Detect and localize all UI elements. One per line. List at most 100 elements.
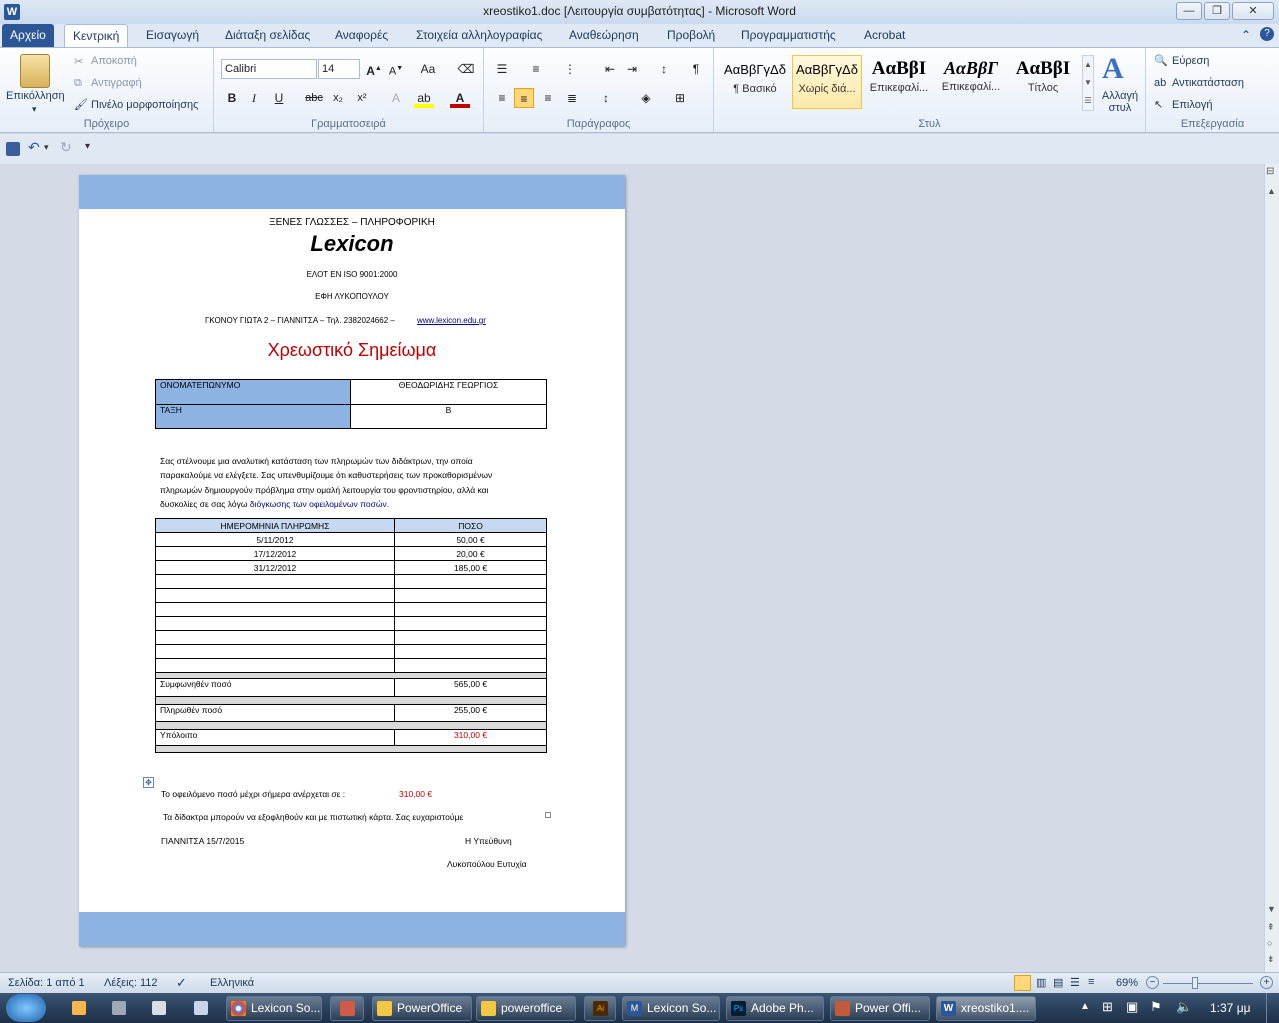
style-no-spacing[interactable]: ΑαΒβΓγΔδ Χωρίς διά... xyxy=(792,55,862,109)
italic-icon[interactable]: I xyxy=(244,88,264,108)
close-button[interactable]: ✕ xyxy=(1232,2,1274,20)
borders-icon[interactable]: ⊞ xyxy=(670,88,690,108)
style-heading2[interactable]: ΑαΒβΓ Επικεφαλί... xyxy=(936,55,1006,109)
tab-developer[interactable]: Προγραμματιστής xyxy=(733,24,844,47)
sort-icon[interactable]: ↕ xyxy=(654,59,674,79)
customize-qat-icon[interactable]: ▾ xyxy=(85,141,90,152)
zoom-level[interactable]: 69% xyxy=(1116,977,1138,989)
taskbar-item-lexicon-site[interactable]: M Lexicon So... xyxy=(622,996,720,1021)
align-center-icon[interactable]: ≡ xyxy=(514,88,534,108)
pinned-app-icon[interactable] xyxy=(72,1001,86,1015)
outline-view-icon[interactable]: ☰ xyxy=(1070,976,1080,989)
undo-dropdown-icon[interactable]: ▾ xyxy=(44,142,49,153)
cut-button[interactable]: Αποκοπή xyxy=(91,55,137,67)
taskbar-item-word[interactable]: W xreostiko1.... xyxy=(936,996,1036,1021)
paste-button[interactable]: Επικόλληση xyxy=(6,90,65,102)
volume-icon[interactable]: 🔈 xyxy=(1176,999,1192,1015)
browse-object-icon[interactable]: ○ xyxy=(1267,938,1272,948)
decrease-indent-icon[interactable]: ⇤ xyxy=(600,59,620,79)
taskbar-item-app[interactable] xyxy=(330,996,364,1021)
scroll-down-icon[interactable]: ▼ xyxy=(1267,904,1276,914)
draft-view-icon[interactable]: ≡ xyxy=(1088,976,1094,988)
pinned-app-icon[interactable] xyxy=(152,1001,166,1015)
bullets-icon[interactable]: ☰ xyxy=(492,59,512,79)
multilevel-list-icon[interactable]: ⋮ xyxy=(560,59,580,79)
change-case-icon[interactable]: Aa xyxy=(418,59,438,79)
vertical-scrollbar[interactable]: ⊟ ▲ ▼ ⇞ ○ ⇟ xyxy=(1264,164,1279,972)
subscript-icon[interactable]: x₂ xyxy=(328,88,348,108)
maximize-button[interactable]: ❐ xyxy=(1204,2,1230,20)
show-desktop-button[interactable] xyxy=(1266,993,1279,1023)
superscript-icon[interactable]: x² xyxy=(352,88,372,108)
font-color-icon[interactable]: A xyxy=(450,88,470,108)
justify-icon[interactable]: ≣ xyxy=(562,88,582,108)
shrink-font-icon[interactable]: A▼ xyxy=(386,59,406,79)
text-effects-icon[interactable]: A xyxy=(386,88,406,108)
numbering-icon[interactable]: ≡ xyxy=(526,59,546,79)
grow-font-icon[interactable]: A▲ xyxy=(364,59,384,79)
replace-button[interactable]: Αντικατάσταση xyxy=(1172,77,1244,89)
underline-icon[interactable]: U xyxy=(269,88,289,108)
redo-icon[interactable]: ↻ xyxy=(60,139,72,156)
align-left-icon[interactable]: ≡ xyxy=(492,88,512,108)
help-icon[interactable]: ? xyxy=(1260,27,1274,41)
previous-page-icon[interactable]: ⇞ xyxy=(1267,922,1275,933)
style-normal[interactable]: ΑαΒβΓγΔδ ¶ Βασικό xyxy=(720,55,790,109)
undo-icon[interactable]: ↶ xyxy=(28,139,40,156)
strikethrough-icon[interactable]: abc xyxy=(304,88,324,108)
minimize-button[interactable]: — xyxy=(1176,2,1202,20)
action-center-icon[interactable]: ⚑ xyxy=(1150,999,1162,1015)
zoom-in-icon[interactable]: + xyxy=(1260,976,1273,989)
line-spacing-icon[interactable]: ↕ xyxy=(596,88,616,108)
change-styles-icon[interactable]: A xyxy=(1102,52,1124,86)
windows-flag-icon[interactable]: ⊞ xyxy=(1102,999,1113,1015)
website-link[interactable]: www.lexicon.edu.gr xyxy=(417,316,486,325)
paste-icon[interactable] xyxy=(20,54,50,88)
scroll-up-icon[interactable]: ▲ xyxy=(1267,186,1276,196)
tab-mailings[interactable]: Στοιχεία αλληλογραφίας xyxy=(408,24,550,47)
web-layout-icon[interactable]: ▤ xyxy=(1053,976,1063,989)
zoom-out-icon[interactable]: − xyxy=(1146,976,1159,989)
document-page[interactable]: ΞΕΝΕΣ ΓΛΩΣΣΕΣ – ΠΛΗΡΟΦΟΡΙΚΗ Lexicon ΕΛΟΤ… xyxy=(79,175,625,946)
ruler-toggle-icon[interactable]: ⊟ xyxy=(1266,166,1274,177)
taskbar-item-power-office[interactable]: Power Offi... xyxy=(830,996,930,1021)
start-button-icon[interactable] xyxy=(6,994,46,1022)
language-indicator[interactable]: Ελληνικά xyxy=(210,977,254,989)
table-move-handle-icon[interactable]: ✥ xyxy=(143,777,154,788)
paste-dropdown-icon[interactable]: ▾ xyxy=(32,104,37,115)
print-layout-icon[interactable] xyxy=(1014,975,1031,991)
find-button[interactable]: Εύρεση xyxy=(1172,55,1209,67)
tab-view[interactable]: Προβολή xyxy=(659,24,723,47)
network-icon[interactable]: ▣ xyxy=(1126,999,1138,1015)
tab-home[interactable]: Κεντρική xyxy=(64,24,129,47)
shading-icon[interactable]: ◈ xyxy=(636,88,656,108)
collapse-ribbon-icon[interactable]: ⌃ xyxy=(1241,28,1251,42)
tab-references[interactable]: Αναφορές xyxy=(327,24,396,47)
bold-icon[interactable]: B xyxy=(222,88,242,108)
font-name-combo[interactable]: Calibri xyxy=(221,59,317,79)
tray-arrow-icon[interactable]: ▲ xyxy=(1080,1001,1090,1012)
pinned-app-icon[interactable] xyxy=(112,1001,126,1015)
increase-indent-icon[interactable]: ⇥ xyxy=(622,59,642,79)
change-styles-button[interactable]: Αλλαγή στυλ xyxy=(1100,90,1140,114)
select-button[interactable]: Επιλογή xyxy=(1172,99,1212,111)
taskbar-item-photoshop[interactable]: Ps Adobe Ph... xyxy=(726,996,824,1021)
tab-review[interactable]: Αναθεώρηση xyxy=(561,24,647,47)
style-heading1[interactable]: ΑαΒβΙ Επικεφαλί... xyxy=(864,55,934,109)
show-marks-icon[interactable]: ¶ xyxy=(686,59,706,79)
format-painter-button[interactable]: Πινέλο μορφοποίησης xyxy=(91,99,198,111)
zoom-slider[interactable] xyxy=(1163,983,1253,984)
next-page-icon[interactable]: ⇟ xyxy=(1267,954,1275,965)
save-icon[interactable] xyxy=(6,142,20,156)
styles-scroll[interactable]: ▲ ▼ ☰ xyxy=(1082,55,1094,111)
pinned-app-icon[interactable] xyxy=(194,1001,208,1015)
clock[interactable]: 1:37 μμ xyxy=(1210,1001,1251,1015)
taskbar-item-chrome[interactable]: Lexicon So... xyxy=(226,996,322,1021)
word-count[interactable]: Λέξεις: 112 xyxy=(104,977,157,989)
page-indicator[interactable]: Σελίδα: 1 από 1 xyxy=(8,977,85,989)
full-screen-reading-icon[interactable]: ▥ xyxy=(1036,976,1046,989)
clear-formatting-icon[interactable]: ⌫ xyxy=(456,59,476,79)
taskbar-item-illustrator[interactable]: Ai xyxy=(584,996,616,1021)
taskbar-item-folder-poweroffice-2[interactable]: poweroffice xyxy=(476,996,576,1021)
tab-acrobat[interactable]: Acrobat xyxy=(856,24,913,47)
